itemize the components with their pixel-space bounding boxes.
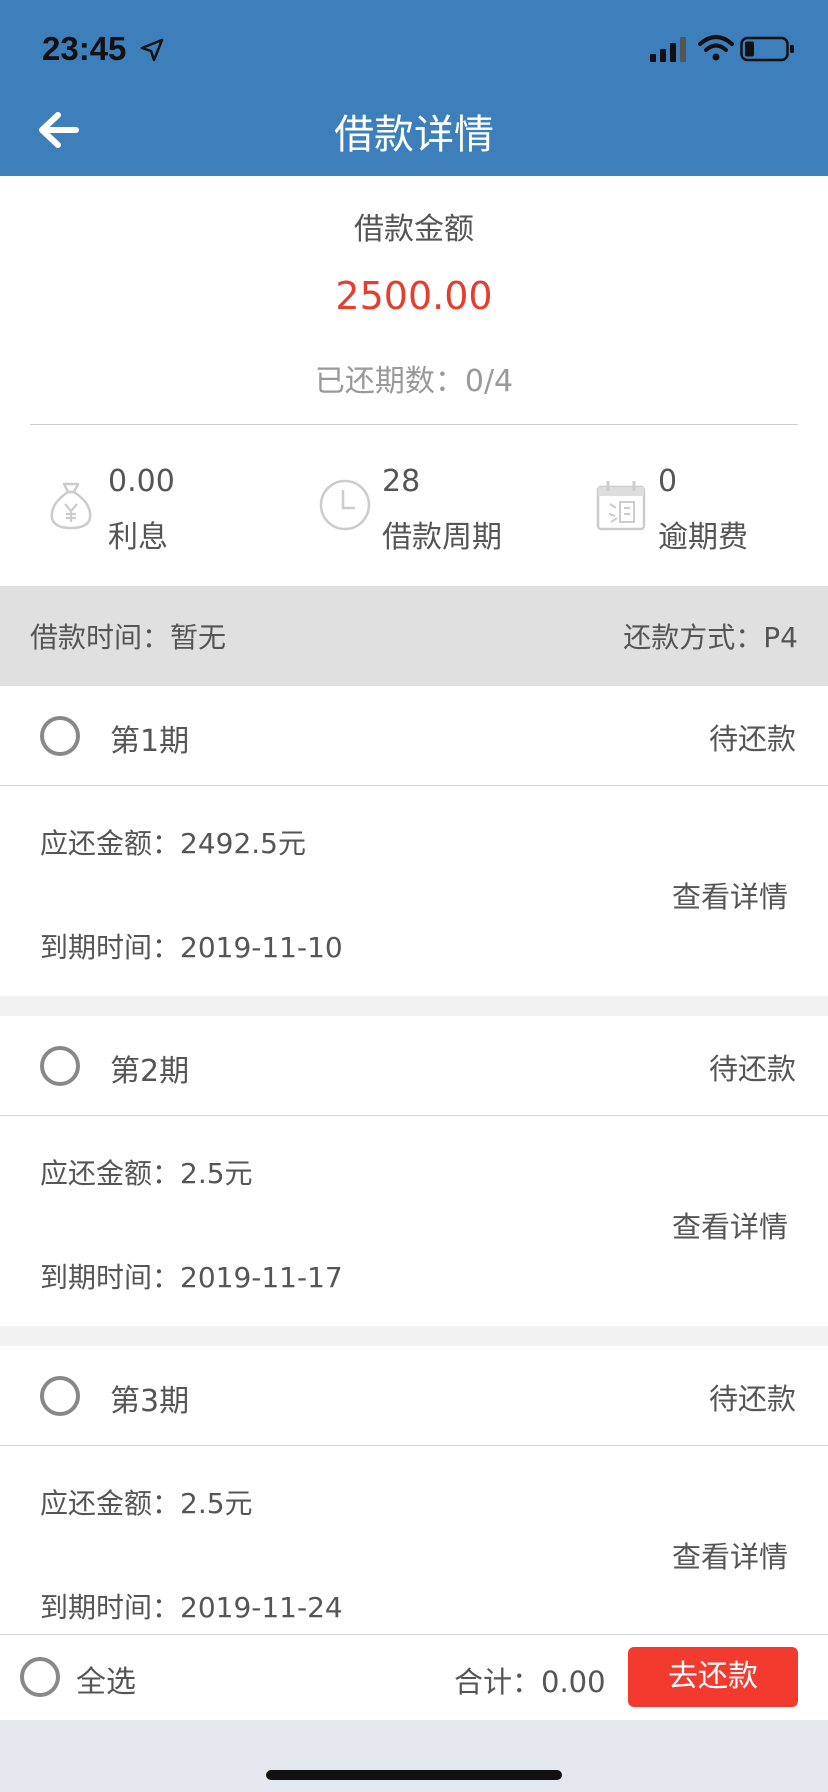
total-amount: 合计：0.00 [454,1665,606,1699]
wifi-icon [698,35,734,61]
battery-icon [740,36,794,62]
period-status: 待还款 [708,1052,796,1086]
loan-info-bar: 借款时间：暂无 还款方式：P4 [0,586,828,686]
interest-label: 利息 [108,520,168,555]
app-header: 23:45 借款详情 [0,0,828,176]
due-date: 到期时间：2019-11-24 [40,1591,343,1624]
period-status: 待还款 [708,722,796,756]
due-amount: 应还金额：2.5元 [40,1157,253,1190]
loan-amount-label: 借款金额 [354,212,474,247]
view-details-link[interactable]: 查看详情 [672,1534,788,1576]
overdue-fee-value: 0 [658,464,678,499]
repay-method-text: 还款方式：P4 [623,621,798,654]
due-date: 到期时间：2019-11-10 [40,931,343,964]
repaid-periods-text: 已还期数：0/4 [314,364,514,399]
divider [30,424,798,425]
period-header: 第3期 待还款 [0,1346,828,1446]
period-select-radio[interactable] [40,1046,80,1086]
period-header: 第2期 待还款 [0,1016,828,1116]
view-details-link[interactable]: 查看详情 [672,1204,788,1246]
period-card: 第1期 待还款 应还金额：2492.5元 查看详情 到期时间：2019-11-1… [0,686,828,996]
money-bag-icon [50,482,92,530]
card-gap [0,996,828,1016]
loan-time-text: 借款时间：暂无 [30,621,227,654]
period-select-radio[interactable] [40,716,80,756]
period-select-radio[interactable] [40,1376,80,1416]
location-arrow-icon [140,38,164,62]
page-title: 借款详情 [334,112,494,158]
view-details-link[interactable]: 查看详情 [672,874,788,916]
loan-period-label: 借款周期 [382,520,502,555]
period-header: 第1期 待还款 [0,686,828,786]
loan-amount-value: 2500.00 [335,274,493,318]
period-card: 第2期 待还款 应还金额：2.5元 查看详情 到期时间：2019-11-17 [0,1016,828,1326]
cellular-signal-icon [650,37,686,62]
due-amount: 应还金额：2492.5元 [40,827,306,860]
loan-period-value: 28 [382,464,421,499]
period-name: 第3期 [110,1384,190,1419]
select-all-label[interactable]: 全选 [76,1657,136,1701]
home-indicator-area [0,1720,828,1792]
stat-overdue-fee: 0 逾期费 [594,462,794,555]
overdue-fee-label: 逾期费 [658,520,748,555]
interest-value: 0.00 [108,464,175,499]
status-time: 23:45 [42,30,127,67]
home-indicator[interactable] [266,1770,562,1780]
period-name: 第1期 [110,724,190,759]
card-gap [0,1326,828,1346]
period-status: 待还款 [708,1382,796,1416]
checkout-bar: 全选 合计：0.00 去还款 [0,1634,828,1720]
due-date: 到期时间：2019-11-17 [40,1261,343,1294]
clock-icon [319,479,371,531]
period-card: 第3期 待还款 应还金额：2.5元 查看详情 到期时间：2019-11-24 [0,1346,828,1656]
due-amount: 应还金额：2.5元 [40,1487,253,1520]
select-all-radio[interactable] [20,1657,60,1697]
period-name: 第2期 [110,1054,190,1089]
stat-interest: 0.00 利息 [44,462,244,555]
stat-loan-period: 28 借款周期 [318,462,538,555]
calendar-overdue-icon [596,481,646,531]
repay-button[interactable]: 去还款 [628,1647,798,1707]
